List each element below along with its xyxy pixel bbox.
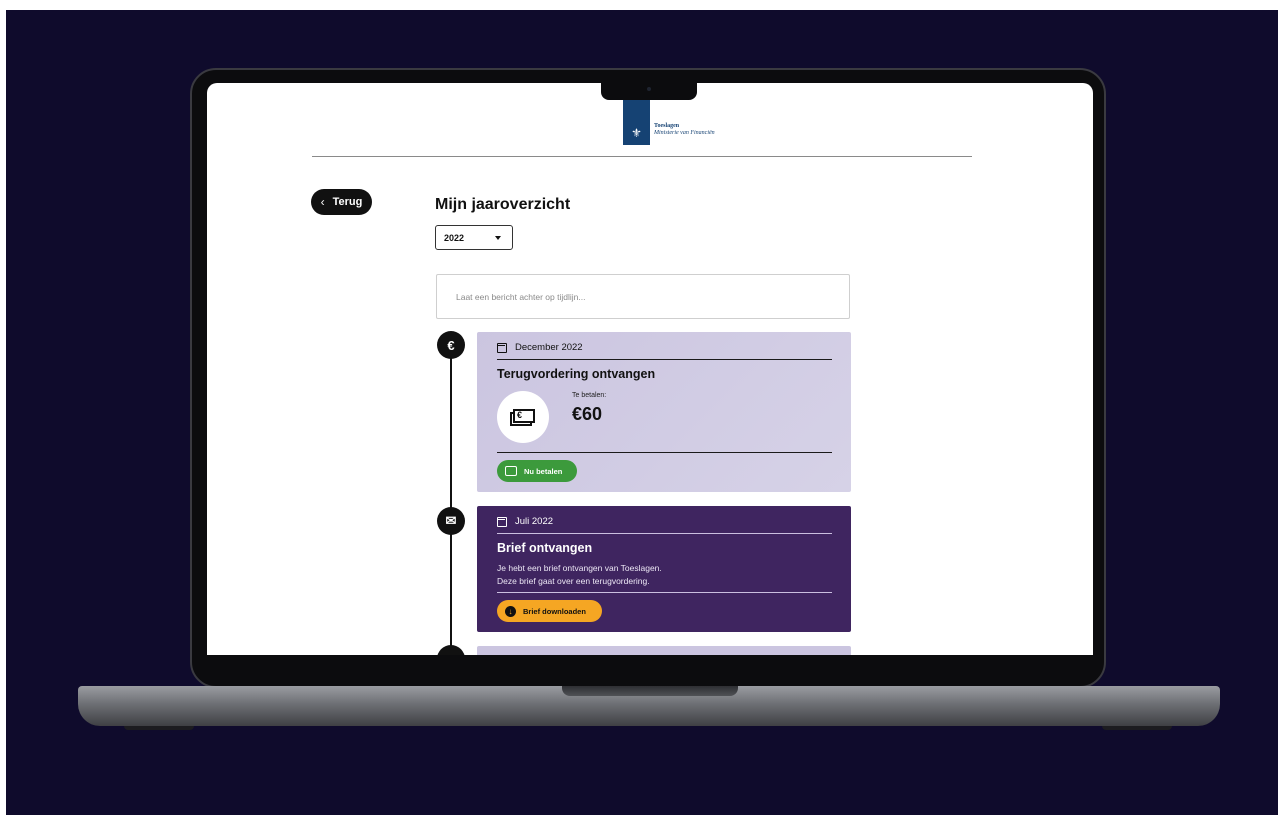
laptop-screen: ⚜ Toeslagen Ministerie van Financiën ‹ T… xyxy=(207,83,1093,655)
download-letter-button[interactable]: ↓ Brief downloaden xyxy=(497,600,602,622)
download-letter-label: Brief downloaden xyxy=(523,606,586,616)
laptop-foot xyxy=(124,726,194,730)
card-title: Brief ontvangen xyxy=(497,541,593,555)
card-date: December 2022 xyxy=(497,342,583,353)
card-date-text: December 2022 xyxy=(515,342,583,353)
timeline-card-brief: Juli 2022 Brief ontvangen Je hebt een br… xyxy=(477,506,851,632)
laptop-base xyxy=(78,686,1220,726)
calendar-icon xyxy=(497,516,507,527)
calendar-icon xyxy=(497,342,507,353)
timeline-card-terugvordering: December 2022 Terugvordering ontvangen €… xyxy=(477,332,851,492)
card-text-line: Je hebt een brief ontvangen van Toeslage… xyxy=(497,563,662,573)
year-select-value: 2022 xyxy=(444,232,465,243)
card-divider xyxy=(497,452,832,453)
caret-down-icon xyxy=(495,236,501,240)
coat-of-arms-icon: ⚜ xyxy=(631,126,642,140)
card-text-line: Deze brief gaat over een terugvordering. xyxy=(497,576,650,586)
back-button-label: Terug xyxy=(332,196,363,208)
money-icon: € xyxy=(497,391,549,443)
timeline-node-icon xyxy=(437,645,465,655)
timeline-message-input[interactable]: Laat een bericht achter op tijdlijn... xyxy=(436,274,850,319)
year-select[interactable]: 2022 xyxy=(435,225,513,250)
download-icon: ↓ xyxy=(505,605,516,617)
rijksoverheid-logo: ⚜ xyxy=(623,99,650,145)
pay-now-label: Nu betalen xyxy=(524,466,563,476)
camera-icon xyxy=(647,87,651,91)
chevron-left-icon: ‹ xyxy=(320,195,325,209)
timeline-card-partial xyxy=(477,646,851,655)
card-date-text: Juli 2022 xyxy=(515,516,554,527)
logo-title: Toeslagen xyxy=(654,123,680,129)
card-date: Juli 2022 xyxy=(497,516,553,527)
pay-amount: €60 xyxy=(572,404,603,424)
timeline-line xyxy=(450,345,452,655)
timeline-message-placeholder: Laat een bericht achter op tijdlijn... xyxy=(456,292,586,302)
camera-notch xyxy=(601,82,697,100)
back-button[interactable]: ‹ Terug xyxy=(311,189,372,215)
logo-text: Toeslagen Ministerie van Financiën xyxy=(654,123,715,137)
card-divider xyxy=(497,592,832,593)
logo-subtitle: Ministerie van Financiën xyxy=(654,130,715,136)
euro-icon: € xyxy=(437,331,465,359)
card-divider xyxy=(497,359,832,360)
header-divider xyxy=(312,156,972,157)
card-divider xyxy=(497,533,832,534)
payment-icon xyxy=(505,466,517,476)
laptop-lip xyxy=(562,686,738,696)
card-text: Je hebt een brief ontvangen van Toeslage… xyxy=(497,562,662,588)
mail-icon: ✉ xyxy=(437,507,465,535)
pay-now-button[interactable]: Nu betalen xyxy=(497,460,577,482)
card-title: Terugvordering ontvangen xyxy=(497,367,656,381)
page-title: Mijn jaaroverzicht xyxy=(435,196,571,213)
pay-label: Te betalen: xyxy=(572,392,607,399)
laptop-foot xyxy=(1102,726,1172,730)
